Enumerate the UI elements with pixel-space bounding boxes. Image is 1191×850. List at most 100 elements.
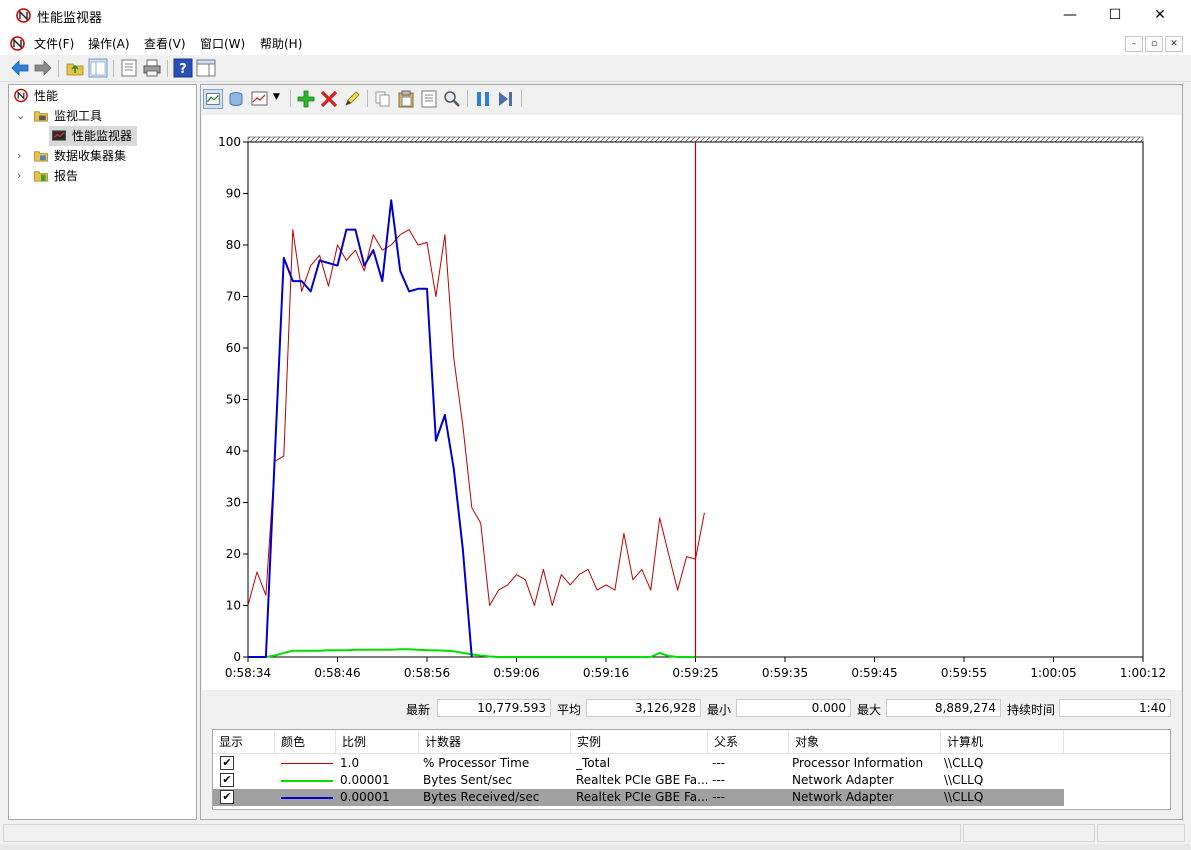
legend-header-parent[interactable]: 父系 [708, 730, 789, 754]
menu-file[interactable]: 文件(F) [34, 35, 74, 52]
menu-action[interactable]: 操作(A) [88, 35, 130, 52]
line-chart[interactable]: 0 10 20 30 40 50 60 70 80 90 100 0:58:34 0:58:46 0:58… [202, 115, 1181, 690]
x-tick-label: 1:00:05 [1030, 666, 1076, 680]
counter-legend-table: 显示 颜色 比例 计数器 实例 父系 对象 计算机 ✔ 1.0 % Processo… [212, 729, 1171, 810]
toolbar-separator [521, 90, 522, 107]
legend-cell-instance: Realtek PCIe GBE Fa... [576, 790, 707, 804]
show-action-pane-icon[interactable] [196, 58, 216, 78]
show-checkbox[interactable]: ✔ [220, 790, 234, 804]
paste-counter-list-icon[interactable] [396, 89, 416, 109]
legend-cell-scale: 0.00001 [340, 773, 390, 787]
legend-header-computer[interactable]: 计算机 [941, 730, 1064, 754]
copy-properties-icon[interactable] [373, 89, 393, 109]
legend-cell-instance: Realtek PCIe GBE Fa... [576, 773, 707, 787]
data-collector-folder-icon [34, 151, 48, 162]
view-log-data-icon[interactable] [226, 89, 246, 109]
tree-item-performance-monitor[interactable]: 性能监视器 [49, 126, 137, 146]
minimize-button[interactable]: — [1047, 0, 1093, 31]
delete-counter-icon[interactable] [319, 89, 339, 109]
help-icon[interactable]: ? [173, 58, 193, 78]
highlight-pencil-icon[interactable] [342, 89, 362, 109]
legend-row[interactable]: ✔ 0.00001 Bytes Sent/sec Realtek PCIe GBE F… [213, 772, 1064, 789]
folder-icon [34, 111, 48, 122]
tree-item-performance[interactable]: 性能 [12, 86, 192, 106]
status-bar [0, 822, 1191, 844]
tree-item-reports[interactable]: › 报告 [12, 166, 192, 186]
main-toolbar: ? [0, 55, 1191, 82]
x-tick-label: 0:59:45 [851, 666, 897, 680]
properties-sheet-icon[interactable] [119, 58, 139, 78]
change-graph-type-icon[interactable] [250, 89, 270, 109]
x-tick-label: 0:59:55 [941, 666, 987, 680]
legend-header-scale[interactable]: 比例 [336, 730, 419, 754]
legend-row[interactable]: ✔ 1.0 % Processor Time _Total --- Processor I… [213, 755, 1064, 772]
legend-header-counter[interactable]: 计数器 [419, 730, 571, 754]
back-arrow-icon[interactable] [10, 58, 30, 78]
tree-item-label: 性能 [34, 89, 59, 103]
y-tick-label: 50 [226, 393, 241, 407]
mdi-restore-button[interactable]: ▫ [1145, 36, 1163, 52]
stat-last-label: 最新 [406, 703, 431, 717]
color-swatch [281, 797, 333, 799]
close-button[interactable]: ✕ [1137, 0, 1183, 31]
stat-average-label: 平均 [557, 703, 582, 717]
perfmon-app-icon [16, 8, 31, 23]
show-hide-console-tree-icon[interactable] [88, 58, 108, 78]
tree-item-monitoring-tools[interactable]: ⌄ 监视工具 [12, 106, 192, 126]
view-current-activity-icon[interactable] [203, 89, 223, 109]
y-tick-label: 60 [226, 341, 241, 355]
mdi-close-button[interactable]: ✕ [1165, 36, 1183, 52]
title-bar: 性能监视器 — ☐ ✕ [0, 0, 1191, 31]
legend-cell-parent: --- [712, 756, 725, 770]
chevron-down-icon[interactable]: ⌄ [16, 106, 25, 126]
status-bar-pane [963, 824, 1095, 842]
legend-header-show[interactable]: 显示 [213, 730, 275, 754]
show-checkbox[interactable]: ✔ [220, 756, 234, 770]
freeze-display-pause-icon[interactable] [473, 89, 493, 109]
chevron-right-icon[interactable]: › [17, 146, 21, 166]
menu-help[interactable]: 帮助(H) [260, 35, 302, 52]
legend-header-color[interactable]: 颜色 [275, 730, 336, 754]
y-tick-label: 20 [226, 547, 241, 561]
legend-cell-computer: \\CLLQ [944, 773, 984, 787]
y-tick-label: 90 [226, 187, 241, 201]
y-tick-label: 80 [226, 238, 241, 252]
line-graph-area[interactable]: 0 10 20 30 40 50 60 70 80 90 100 0:58:34 0:58:46 0:58… [202, 115, 1181, 690]
legend-header-row: 显示 颜色 比例 计数器 实例 父系 对象 计算机 [213, 730, 1170, 754]
tree-item-data-collector-sets[interactable]: › 数据收集器集 [12, 146, 192, 166]
legend-cell-counter: % Processor Time [423, 756, 530, 770]
zoom-magnifier-icon[interactable] [442, 89, 462, 109]
mdi-minimize-button[interactable]: – [1125, 36, 1143, 52]
stat-maximum-label: 最大 [857, 703, 882, 717]
menu-view[interactable]: 查看(V) [144, 35, 186, 52]
update-data-step-icon[interactable] [496, 89, 516, 109]
legend-row[interactable]: ✔ 0.00001 Bytes Received/sec Realtek PCIe G… [213, 789, 1064, 806]
legend-cell-object: Network Adapter [792, 790, 894, 804]
toolbar-separator [367, 90, 368, 107]
toolbar-separator [290, 90, 291, 107]
x-tick-label: 0:58:34 [225, 666, 271, 680]
color-swatch [281, 780, 333, 782]
properties-icon[interactable] [419, 89, 439, 109]
x-tick-label: 0:59:35 [762, 666, 808, 680]
show-checkbox[interactable]: ✔ [220, 773, 234, 787]
menu-bar: 文件(F) 操作(A) 查看(V) 窗口(W) 帮助(H) – ▫ ✕ [0, 31, 1191, 55]
graph-type-dropdown-icon[interactable]: ▼ [273, 92, 280, 102]
legend-header-instance[interactable]: 实例 [571, 730, 708, 754]
legend-cell-counter: Bytes Sent/sec [423, 773, 513, 787]
print-icon[interactable] [142, 58, 162, 78]
y-tick-label: 0 [233, 650, 241, 664]
add-counter-icon[interactable] [296, 89, 316, 109]
perfmon-menu-icon[interactable] [10, 36, 25, 51]
performance-monitor-panel: ▼ 0 10 20 30 40 50 60 70 80 90 100 0:58:… [200, 84, 1183, 820]
color-swatch [281, 763, 333, 764]
up-folder-icon[interactable] [65, 58, 85, 78]
legend-header-object[interactable]: 对象 [789, 730, 941, 754]
maximize-button[interactable]: ☐ [1092, 0, 1138, 31]
forward-arrow-icon[interactable] [33, 58, 53, 78]
chevron-right-icon[interactable]: › [17, 166, 21, 186]
menu-window[interactable]: 窗口(W) [200, 35, 245, 52]
x-tick-label: 0:59:06 [493, 666, 539, 680]
y-tick-label: 100 [218, 135, 241, 149]
toolbar-separator [58, 60, 59, 77]
